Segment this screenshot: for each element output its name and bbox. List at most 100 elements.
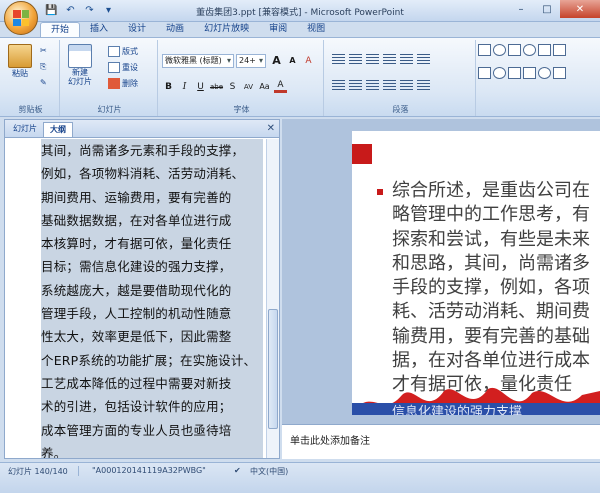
slide-text-line: 略管理中的工作思考，有 [392, 204, 590, 226]
shape-item[interactable] [478, 44, 491, 56]
align-left-icon[interactable] [332, 80, 345, 92]
outline-line: 个ERP系统的功能扩展；在实施设计、 [41, 352, 257, 368]
layout-button[interactable]: 版式 [108, 46, 138, 57]
format-painter-icon: ✎ [40, 78, 47, 87]
underline-button[interactable]: U [194, 80, 207, 93]
grow-font-button[interactable]: A [270, 54, 283, 67]
copy-icon: ⎘ [40, 62, 47, 71]
font-group: 微软雅黑 (标题) 24+ A A A B I U abe S AV Aa A … [160, 40, 324, 116]
minimize-button[interactable]: – [508, 0, 534, 18]
notes-pane[interactable]: 单击此处添加备注 [282, 424, 600, 459]
font-size-combo[interactable]: 24+ [236, 54, 266, 68]
paragraph-group: 段落 [326, 40, 476, 116]
pane-close-icon[interactable]: ✕ [267, 123, 275, 134]
tab-home[interactable]: 开始 [40, 22, 81, 38]
slide-text-line: 手段的支撑，例如，各项 [392, 277, 590, 299]
outline-line: 系统越庞大，越是要借助现代化的 [41, 282, 232, 298]
format-painter-button[interactable]: ✎ [40, 78, 47, 87]
copy-button[interactable]: ⎘ [40, 62, 46, 72]
increase-indent-icon[interactable] [383, 54, 396, 66]
tab-slides-pane[interactable]: 幻灯片 [7, 122, 43, 137]
strikethrough-button[interactable]: abe [210, 80, 223, 93]
tab-design[interactable]: 设计 [118, 22, 156, 38]
shape-item[interactable] [508, 67, 521, 79]
theme-name: "A000120141119A32PWBG" [92, 466, 206, 475]
numbering-icon[interactable] [349, 54, 362, 66]
ribbon-tabs: 开始 插入 设计 动画 幻灯片放映 审阅 视图 [40, 22, 335, 38]
maximize-button[interactable]: □ [534, 0, 560, 18]
slide-text-line: 据，在对各单位进行成本 [392, 350, 590, 372]
slide-text-line: 探索和尝试，有些是未来 [392, 228, 590, 250]
distributed-icon[interactable] [400, 80, 413, 92]
slides-group: 新建 幻灯片 版式 重设 删除 幻灯片 [62, 40, 158, 116]
close-button[interactable]: ✕ [560, 0, 600, 18]
shrink-font-button[interactable]: A [286, 54, 299, 67]
outline-text-area[interactable]: 其间，尚需诸多元素和手段的支撑， 例如，各项物料消耗、活劳动消耗、 期间费用、运输费… [5, 139, 267, 458]
shape-item[interactable] [538, 44, 551, 56]
shadow-button[interactable]: S [226, 80, 239, 93]
clear-format-button[interactable]: A [302, 54, 315, 67]
window-controls: – □ ✕ [508, 0, 600, 18]
decrease-indent-icon[interactable] [366, 54, 379, 66]
justify-icon[interactable] [383, 80, 396, 92]
font-name-combo[interactable]: 微软雅黑 (标题) [162, 54, 234, 68]
align-right-icon[interactable] [366, 80, 379, 92]
shape-item[interactable] [478, 67, 491, 79]
spellcheck-icon[interactable]: ✔ [234, 466, 241, 475]
shapes-gallery[interactable] [478, 44, 568, 88]
italic-button[interactable]: I [178, 80, 191, 93]
decorative-red-square [352, 144, 372, 164]
shape-item[interactable] [523, 44, 536, 56]
new-slide-button[interactable]: 新建 幻灯片 [68, 44, 92, 86]
tab-insert[interactable]: 插入 [80, 22, 118, 38]
bullets-icon[interactable] [332, 54, 345, 66]
office-button[interactable] [4, 1, 38, 35]
reset-icon [108, 62, 120, 73]
tab-view[interactable]: 视图 [297, 22, 335, 38]
tab-animations[interactable]: 动画 [156, 22, 194, 38]
slide-body-text[interactable]: 综合所述，是重齿公司在 略管理中的工作思考，有 探索和尝试，有些是未来 和思路，其间，… [392, 179, 600, 398]
shape-item[interactable] [493, 44, 506, 56]
columns-icon[interactable] [417, 54, 430, 66]
outline-line: 期间费用、运输费用，要有完善的 [41, 189, 232, 205]
reset-button[interactable]: 重设 [108, 62, 138, 73]
char-spacing-button[interactable]: AV [242, 80, 255, 93]
outline-line: 工艺成本降低的过程中需要对新技 [41, 375, 232, 391]
shape-item[interactable] [538, 67, 551, 79]
outline-line: 性太大，效率更是低下，因此需整 [41, 329, 232, 345]
font-color-button[interactable]: A [274, 80, 287, 93]
tab-outline-pane[interactable]: 大纲 [43, 122, 73, 137]
align-center-icon[interactable] [349, 80, 362, 92]
cut-button[interactable]: ✂ [40, 46, 47, 55]
outline-scrollbar[interactable] [266, 139, 279, 458]
paste-button[interactable]: 粘贴 [8, 44, 32, 79]
shape-item[interactable] [493, 67, 506, 79]
slides-group-label: 幻灯片 [97, 105, 122, 114]
shape-item[interactable] [523, 67, 536, 79]
text-direction-icon[interactable] [417, 80, 430, 92]
slide-editing-area: 综合所述，是重齿公司在 略管理中的工作思考，有 探索和尝试，有些是未来 和思路，其间，… [282, 119, 600, 424]
shape-item[interactable] [508, 44, 521, 56]
change-case-button[interactable]: Aa [258, 80, 271, 93]
outline-line: 成本管理方面的专业人员也亟待培 [41, 422, 232, 438]
bold-button[interactable]: B [162, 80, 175, 93]
office-logo-icon [13, 10, 29, 26]
paste-icon [8, 44, 32, 68]
pane-tabs: 幻灯片 大纲 ✕ [5, 120, 279, 138]
delete-slide-button[interactable]: 删除 [108, 78, 138, 89]
shape-item[interactable] [553, 67, 566, 79]
line-spacing-icon[interactable] [400, 54, 413, 66]
tab-review[interactable]: 审阅 [259, 22, 297, 38]
tab-slideshow[interactable]: 幻灯片放映 [194, 22, 259, 38]
outline-line: 养。 [41, 445, 67, 458]
notes-placeholder: 单击此处添加备注 [290, 436, 370, 447]
slide-canvas[interactable]: 综合所述，是重齿公司在 略管理中的工作思考，有 探索和尝试，有些是未来 和思路，其间，… [352, 131, 600, 415]
outline-line: 本核算时，才有据可依，量化责任 [41, 236, 232, 252]
outline-line: 术的引进，包括设计软件的应用； [41, 399, 232, 415]
outline-pane: 幻灯片 大纲 ✕ 其间，尚需诸多元素和手段的支撑， 例如，各项物料消耗、活劳动消耗… [4, 119, 280, 459]
scrollbar-thumb[interactable] [268, 309, 278, 429]
slide-count: 幻灯片 140/140 [8, 467, 68, 476]
outline-text: 其间，尚需诸多元素和手段的支撑， 例如，各项物料消耗、活劳动消耗、 期间费用、运输费… [41, 139, 263, 458]
shape-item[interactable] [553, 44, 566, 56]
language-status: 中文(中国) [250, 467, 289, 476]
